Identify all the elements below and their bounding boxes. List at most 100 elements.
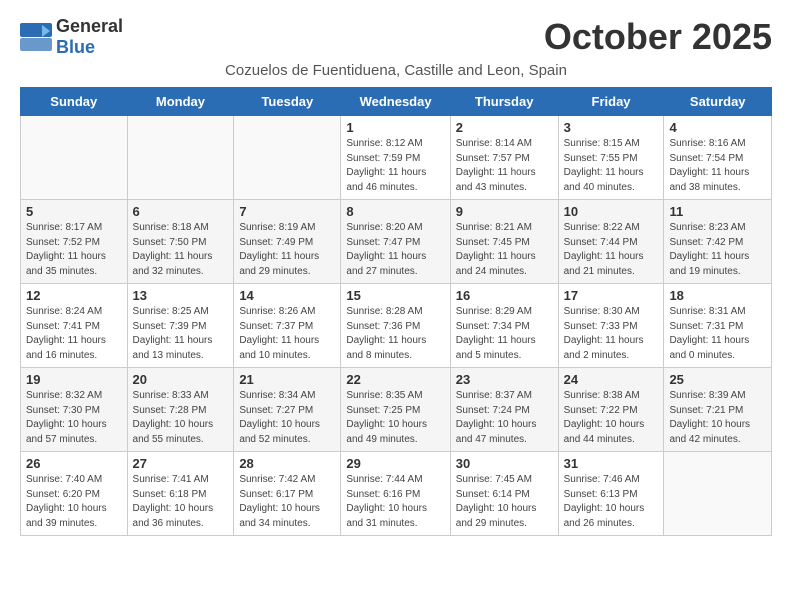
day-info: Sunrise: 8:17 AM Sunset: 7:52 PM Dayligh… xyxy=(26,221,122,279)
logo: General Blue xyxy=(20,16,123,58)
month-title: October 2025 xyxy=(544,16,772,58)
calendar-day-cell xyxy=(234,116,341,200)
calendar-day-cell: 4 Sunrise: 8:16 AM Sunset: 7:54 PM Daylig… xyxy=(664,116,772,200)
day-number: 12 xyxy=(26,288,122,303)
calendar-day-cell: 28 Sunrise: 7:42 AM Sunset: 6:17 PM Dayli… xyxy=(234,452,341,536)
day-info: Sunrise: 8:35 AM Sunset: 7:25 PM Dayligh… xyxy=(346,389,444,447)
day-number: 25 xyxy=(669,372,766,387)
day-number: 14 xyxy=(239,288,335,303)
day-info: Sunrise: 7:46 AM Sunset: 6:13 PM Dayligh… xyxy=(564,473,659,531)
calendar-day-cell: 8Sunrise: 8:20 AM Sunset: 7:47 PM Daylig… xyxy=(341,200,450,284)
day-of-week-header: Monday xyxy=(127,88,234,116)
day-info: Sunrise: 8:30 AM Sunset: 7:33 PM Dayligh… xyxy=(564,305,659,363)
calendar-day-cell: 2 Sunrise: 8:14 AM Sunset: 7:57 PM Daylig… xyxy=(450,116,558,200)
calendar-header-row: SundayMondayTuesdayWednesdayThursdayFrid… xyxy=(21,88,772,116)
calendar-day-cell xyxy=(21,116,128,200)
header: General Blue October 2025 xyxy=(20,16,772,58)
day-info: Sunrise: 8:26 AM Sunset: 7:37 PM Dayligh… xyxy=(239,305,335,363)
day-info: Sunrise: 8:33 AM Sunset: 7:28 PM Dayligh… xyxy=(133,389,229,447)
day-info: Sunrise: 8:15 AM Sunset: 7:55 PM Dayligh… xyxy=(564,137,659,195)
day-number: 22 xyxy=(346,372,444,387)
calendar-day-cell: 20 Sunrise: 8:33 AM Sunset: 7:28 PM Dayli… xyxy=(127,368,234,452)
calendar-day-cell: 22 Sunrise: 8:35 AM Sunset: 7:25 PM Dayli… xyxy=(341,368,450,452)
day-info: Sunrise: 8:20 AM Sunset: 7:47 PM Dayligh… xyxy=(346,221,444,279)
day-info: Sunrise: 8:31 AM Sunset: 7:31 PM Dayligh… xyxy=(669,305,766,363)
day-info: Sunrise: 8:39 AM Sunset: 7:21 PM Dayligh… xyxy=(669,389,766,447)
day-number: 5 xyxy=(26,204,122,219)
logo-icon xyxy=(20,23,52,51)
calendar-week-row: 12 Sunrise: 8:24 AM Sunset: 7:41 PM Dayli… xyxy=(21,284,772,368)
day-info: Sunrise: 8:16 AM Sunset: 7:54 PM Dayligh… xyxy=(669,137,766,195)
day-number: 13 xyxy=(133,288,229,303)
calendar-day-cell: 3 Sunrise: 8:15 AM Sunset: 7:55 PM Daylig… xyxy=(558,116,664,200)
day-number: 16 xyxy=(456,288,553,303)
calendar-day-cell: 29 Sunrise: 7:44 AM Sunset: 6:16 PM Dayli… xyxy=(341,452,450,536)
calendar-day-cell xyxy=(127,116,234,200)
calendar-day-cell: 5 Sunrise: 8:17 AM Sunset: 7:52 PM Daylig… xyxy=(21,200,128,284)
day-number: 18 xyxy=(669,288,766,303)
day-info: Sunrise: 8:23 AM Sunset: 7:42 PM Dayligh… xyxy=(669,221,766,279)
day-number: 7 xyxy=(239,204,335,219)
day-number: 6 xyxy=(133,204,229,219)
calendar-day-cell: 31Sunrise: 7:46 AM Sunset: 6:13 PM Dayli… xyxy=(558,452,664,536)
calendar-day-cell: 7Sunrise: 8:19 AM Sunset: 7:49 PM Daylig… xyxy=(234,200,341,284)
calendar-table: SundayMondayTuesdayWednesdayThursdayFrid… xyxy=(20,87,772,536)
day-info: Sunrise: 8:25 AM Sunset: 7:39 PM Dayligh… xyxy=(133,305,229,363)
day-of-week-header: Sunday xyxy=(21,88,128,116)
day-info: Sunrise: 8:34 AM Sunset: 7:27 PM Dayligh… xyxy=(239,389,335,447)
calendar-week-row: 19 Sunrise: 8:32 AM Sunset: 7:30 PM Dayli… xyxy=(21,368,772,452)
calendar-day-cell xyxy=(664,452,772,536)
calendar-day-cell: 9 Sunrise: 8:21 AM Sunset: 7:45 PM Daylig… xyxy=(450,200,558,284)
calendar-day-cell: 14 Sunrise: 8:26 AM Sunset: 7:37 PM Dayli… xyxy=(234,284,341,368)
day-number: 21 xyxy=(239,372,335,387)
day-number: 17 xyxy=(564,288,659,303)
day-number: 10 xyxy=(564,204,659,219)
day-of-week-header: Friday xyxy=(558,88,664,116)
day-number: 9 xyxy=(456,204,553,219)
calendar-day-cell: 23 Sunrise: 8:37 AM Sunset: 7:24 PM Dayli… xyxy=(450,368,558,452)
day-info: Sunrise: 7:44 AM Sunset: 6:16 PM Dayligh… xyxy=(346,473,444,531)
day-number: 28 xyxy=(239,456,335,471)
day-of-week-header: Wednesday xyxy=(341,88,450,116)
calendar-day-cell: 11 Sunrise: 8:23 AM Sunset: 7:42 PM Dayli… xyxy=(664,200,772,284)
day-info: Sunrise: 8:28 AM Sunset: 7:36 PM Dayligh… xyxy=(346,305,444,363)
calendar-week-row: 26Sunrise: 7:40 AM Sunset: 6:20 PM Dayli… xyxy=(21,452,772,536)
calendar-day-cell: 17 Sunrise: 8:30 AM Sunset: 7:33 PM Dayli… xyxy=(558,284,664,368)
day-number: 2 xyxy=(456,120,553,135)
day-info: Sunrise: 8:18 AM Sunset: 7:50 PM Dayligh… xyxy=(133,221,229,279)
day-info: Sunrise: 8:14 AM Sunset: 7:57 PM Dayligh… xyxy=(456,137,553,195)
day-info: Sunrise: 8:22 AM Sunset: 7:44 PM Dayligh… xyxy=(564,221,659,279)
logo-blue: Blue xyxy=(56,37,95,57)
day-info: Sunrise: 8:12 AM Sunset: 7:59 PM Dayligh… xyxy=(346,137,444,195)
day-info: Sunrise: 8:21 AM Sunset: 7:45 PM Dayligh… xyxy=(456,221,553,279)
calendar-day-cell: 21 Sunrise: 8:34 AM Sunset: 7:27 PM Dayli… xyxy=(234,368,341,452)
day-info: Sunrise: 8:24 AM Sunset: 7:41 PM Dayligh… xyxy=(26,305,122,363)
logo-general: General xyxy=(56,16,123,36)
calendar-day-cell: 24Sunrise: 8:38 AM Sunset: 7:22 PM Dayli… xyxy=(558,368,664,452)
day-number: 1 xyxy=(346,120,444,135)
day-info: Sunrise: 8:32 AM Sunset: 7:30 PM Dayligh… xyxy=(26,389,122,447)
day-number: 23 xyxy=(456,372,553,387)
day-info: Sunrise: 8:37 AM Sunset: 7:24 PM Dayligh… xyxy=(456,389,553,447)
calendar-day-cell: 30 Sunrise: 7:45 AM Sunset: 6:14 PM Dayli… xyxy=(450,452,558,536)
day-number: 19 xyxy=(26,372,122,387)
day-info: Sunrise: 8:38 AM Sunset: 7:22 PM Dayligh… xyxy=(564,389,659,447)
day-number: 30 xyxy=(456,456,553,471)
calendar-day-cell: 15Sunrise: 8:28 AM Sunset: 7:36 PM Dayli… xyxy=(341,284,450,368)
day-number: 29 xyxy=(346,456,444,471)
calendar-week-row: 5 Sunrise: 8:17 AM Sunset: 7:52 PM Daylig… xyxy=(21,200,772,284)
calendar-day-cell: 26Sunrise: 7:40 AM Sunset: 6:20 PM Dayli… xyxy=(21,452,128,536)
day-info: Sunrise: 8:29 AM Sunset: 7:34 PM Dayligh… xyxy=(456,305,553,363)
day-info: Sunrise: 7:42 AM Sunset: 6:17 PM Dayligh… xyxy=(239,473,335,531)
day-number: 11 xyxy=(669,204,766,219)
day-info: Sunrise: 7:45 AM Sunset: 6:14 PM Dayligh… xyxy=(456,473,553,531)
day-number: 20 xyxy=(133,372,229,387)
calendar-week-row: 1 Sunrise: 8:12 AM Sunset: 7:59 PM Daylig… xyxy=(21,116,772,200)
day-number: 4 xyxy=(669,120,766,135)
calendar-day-cell: 27Sunrise: 7:41 AM Sunset: 6:18 PM Dayli… xyxy=(127,452,234,536)
calendar-day-cell: 13 Sunrise: 8:25 AM Sunset: 7:39 PM Dayli… xyxy=(127,284,234,368)
calendar-day-cell: 19 Sunrise: 8:32 AM Sunset: 7:30 PM Dayli… xyxy=(21,368,128,452)
day-number: 3 xyxy=(564,120,659,135)
calendar-day-cell: 12 Sunrise: 8:24 AM Sunset: 7:41 PM Dayli… xyxy=(21,284,128,368)
day-info: Sunrise: 7:41 AM Sunset: 6:18 PM Dayligh… xyxy=(133,473,229,531)
